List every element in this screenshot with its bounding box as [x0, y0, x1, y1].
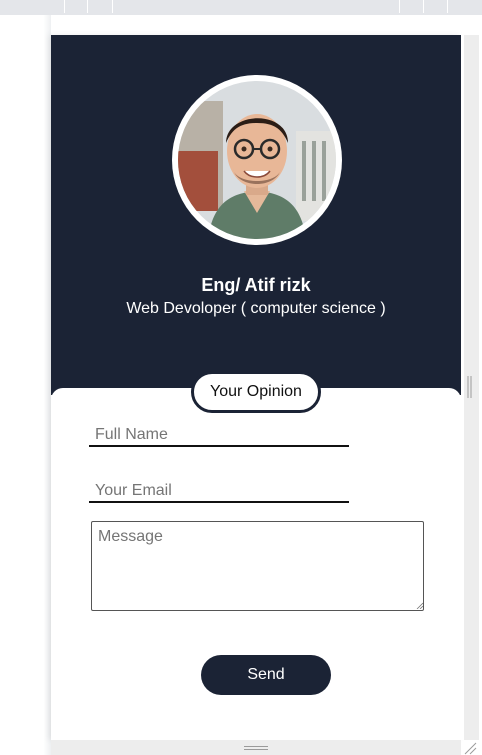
- profile-header: Eng/ Atif rizk Web Devoloper ( computer …: [51, 35, 461, 395]
- avatar-photo: [178, 81, 336, 239]
- horizontal-scroll-grip-icon[interactable]: [244, 745, 268, 751]
- strip-divider: [87, 0, 88, 13]
- strip-divider: [447, 0, 448, 13]
- profile-role: Web Devoloper ( computer science ): [126, 300, 386, 317]
- avatar: [178, 81, 336, 239]
- browser-top-strip: [0, 0, 482, 15]
- page-margin: [0, 15, 51, 755]
- message-textarea[interactable]: [91, 521, 424, 611]
- resize-corner-icon[interactable]: [463, 741, 477, 755]
- avatar-ring: [172, 75, 342, 245]
- vertical-scroll-grip-icon[interactable]: [466, 376, 473, 398]
- strip-divider: [423, 0, 424, 13]
- email-input[interactable]: [89, 481, 349, 503]
- profile-name: Eng/ Atif rizk: [201, 275, 311, 295]
- full-name-input[interactable]: [89, 425, 349, 447]
- textarea-resize-icon[interactable]: [416, 602, 423, 609]
- strip-divider: [399, 0, 400, 13]
- profile-card: Eng/ Atif rizk Web Devoloper ( computer …: [51, 35, 461, 740]
- strip-divider: [64, 0, 65, 13]
- opinion-heading: Your Opinion: [191, 371, 321, 413]
- strip-divider: [112, 0, 113, 13]
- send-button[interactable]: Send: [201, 655, 331, 695]
